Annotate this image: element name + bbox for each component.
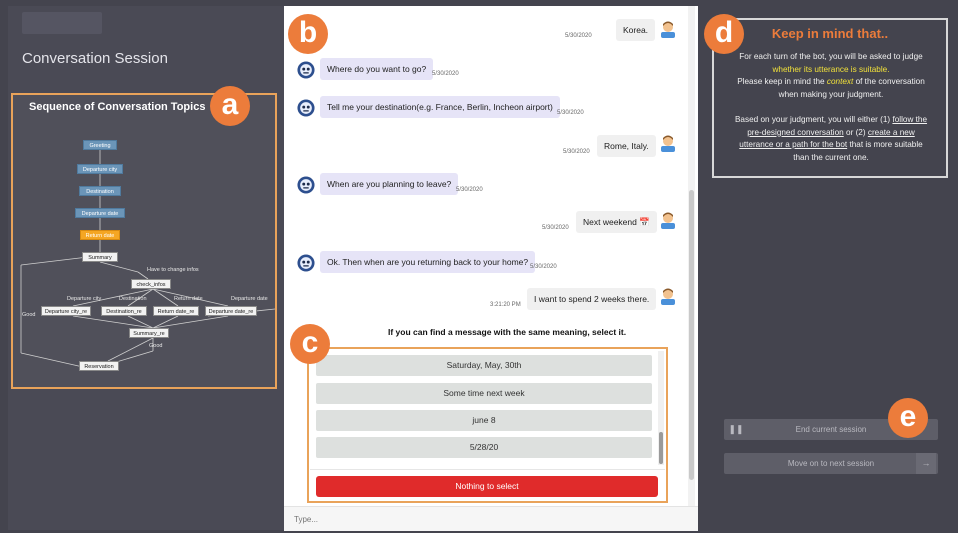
- options-scroll-thumb[interactable]: [659, 432, 663, 464]
- user-message: Rome, Italy.: [597, 135, 656, 157]
- badge-b: b: [288, 14, 328, 54]
- suggestion-option[interactable]: june 8: [316, 410, 652, 431]
- session-title: Conversation Session: [22, 50, 168, 67]
- bot-message: Ok. Then when are you returning back to …: [320, 251, 536, 273]
- flow-edge-label: Return date: [174, 296, 203, 302]
- flow-node-reservation: Reservation: [79, 361, 119, 371]
- find-message-label: If you can find a message with the same …: [388, 327, 627, 337]
- instruction-text: or (2): [846, 127, 866, 137]
- flow-edge-label: Departure city: [67, 296, 102, 302]
- flow-node-return-date-re: Return date_re: [153, 306, 199, 316]
- topic-flowchart: Greeting Departure city Destination Depa…: [13, 131, 275, 387]
- instruction-text: of the conversation: [855, 77, 925, 86]
- badge-e: e: [888, 398, 928, 438]
- instruction-highlight: whether its utterance is suitable.: [772, 64, 890, 74]
- suggestion-option[interactable]: Saturday, May, 30th: [316, 355, 652, 376]
- instructions-paragraph-1: For each turn of the bot, you will be as…: [720, 51, 942, 101]
- user-avatar-icon: [661, 288, 675, 305]
- instruction-text: Please keep in mind the: [737, 77, 825, 86]
- message-timestamp: 3:21:20 PM: [490, 302, 521, 308]
- flow-node-departure-city: Departure city: [77, 164, 123, 174]
- instruction-underline: utterance or a path for the bot: [739, 140, 848, 149]
- flow-edge-label: Destination: [119, 296, 147, 302]
- flow-edge-label: Departure date: [231, 296, 268, 302]
- bot-message: Tell me your destination(e.g. France, Be…: [320, 96, 560, 118]
- pause-icon: ❚❚: [728, 424, 744, 434]
- flow-node-greeting: Greeting: [83, 140, 117, 150]
- flow-node-return-date: Return date: [80, 230, 120, 240]
- flow-node-destination: Destination: [79, 186, 121, 196]
- next-session-button[interactable]: Move on to next session →: [724, 453, 938, 474]
- flow-node-summary: Summary: [82, 252, 118, 262]
- topic-sequence-panel: Sequence of Conversation Topics Greeting…: [11, 93, 277, 389]
- flow-node-departure-date-re: Departure date_re: [205, 306, 257, 316]
- bot-message: When are you planning to leave?: [320, 173, 459, 195]
- divider: [310, 469, 665, 470]
- user-avatar-icon: [661, 212, 675, 229]
- instructions-panel: Keep in mind that.. For each turn of the…: [712, 18, 948, 178]
- instruction-text: than the current one.: [793, 152, 869, 162]
- bot-avatar-icon: [297, 61, 315, 79]
- flow-node-check-infos: check_infos: [131, 279, 171, 289]
- arrow-right-icon: →: [916, 453, 936, 474]
- instruction-underline: pre-designed conversation: [747, 127, 844, 137]
- bot-avatar-icon: [297, 176, 315, 194]
- flow-node-destination-re: Destination_re: [101, 306, 147, 316]
- flow-node-departure-date: Departure date: [75, 208, 125, 218]
- user-avatar-icon: [661, 135, 675, 152]
- topics-title: Sequence of Conversation Topics: [29, 101, 206, 113]
- instruction-underline: create a new: [867, 127, 915, 137]
- flow-edge-label: Have to change infos: [147, 267, 199, 273]
- badge-d: d: [704, 14, 744, 54]
- instruction-text: when making your judgment.: [778, 89, 884, 99]
- user-message: Next weekend 📅: [576, 211, 657, 233]
- flow-edge-label: Good: [149, 343, 163, 349]
- message-timestamp: 5/30/2020: [530, 264, 557, 270]
- bot-avatar-icon: [297, 254, 315, 272]
- instruction-highlight: context: [826, 77, 854, 86]
- bot-message: Where do you want to go?: [320, 58, 434, 80]
- flowchart-connectors: [20, 150, 275, 368]
- logo: [22, 12, 102, 34]
- instructions-paragraph-2: Based on your judgment, you will either …: [720, 114, 942, 164]
- instruction-underline: follow the: [892, 115, 928, 124]
- message-timestamp: 5/30/2020: [565, 33, 592, 39]
- user-message: Korea.: [616, 19, 656, 41]
- message-timestamp: 5/30/2020: [432, 71, 459, 77]
- next-session-label: Move on to next session: [787, 459, 875, 468]
- badge-a: a: [210, 86, 250, 126]
- flow-edge-label: Good: [22, 312, 36, 318]
- bot-avatar-icon: [297, 99, 315, 117]
- user-avatar-icon: [661, 21, 675, 38]
- user-message: I want to spend 2 weeks there.: [527, 288, 657, 310]
- message-timestamp: 5/30/2020: [563, 149, 590, 155]
- flow-node-summary-re: Summary_re: [129, 328, 169, 338]
- end-session-label: End current session: [795, 425, 867, 434]
- badge-c: c: [290, 324, 330, 364]
- message-timestamp: 5/30/2020: [542, 225, 569, 231]
- suggestion-option[interactable]: 5/28/20: [316, 437, 652, 458]
- message-timestamp: 5/30/2020: [456, 187, 483, 193]
- nothing-to-select-button[interactable]: Nothing to select: [316, 476, 658, 497]
- message-timestamp: 5/30/2020: [557, 110, 584, 116]
- instruction-text: that is more suitable: [849, 140, 923, 149]
- instruction-text: For each turn of the bot, you will be as…: [739, 52, 923, 61]
- suggestion-option[interactable]: Some time next week: [316, 383, 652, 404]
- instructions-title: Keep in mind that..: [771, 26, 889, 41]
- instruction-text: Based on your judgment, you will either …: [734, 115, 891, 124]
- message-input[interactable]: [292, 510, 688, 528]
- chat-scroll-thumb[interactable]: [689, 190, 694, 480]
- flow-node-departure-city-re: Departure city_re: [41, 306, 91, 316]
